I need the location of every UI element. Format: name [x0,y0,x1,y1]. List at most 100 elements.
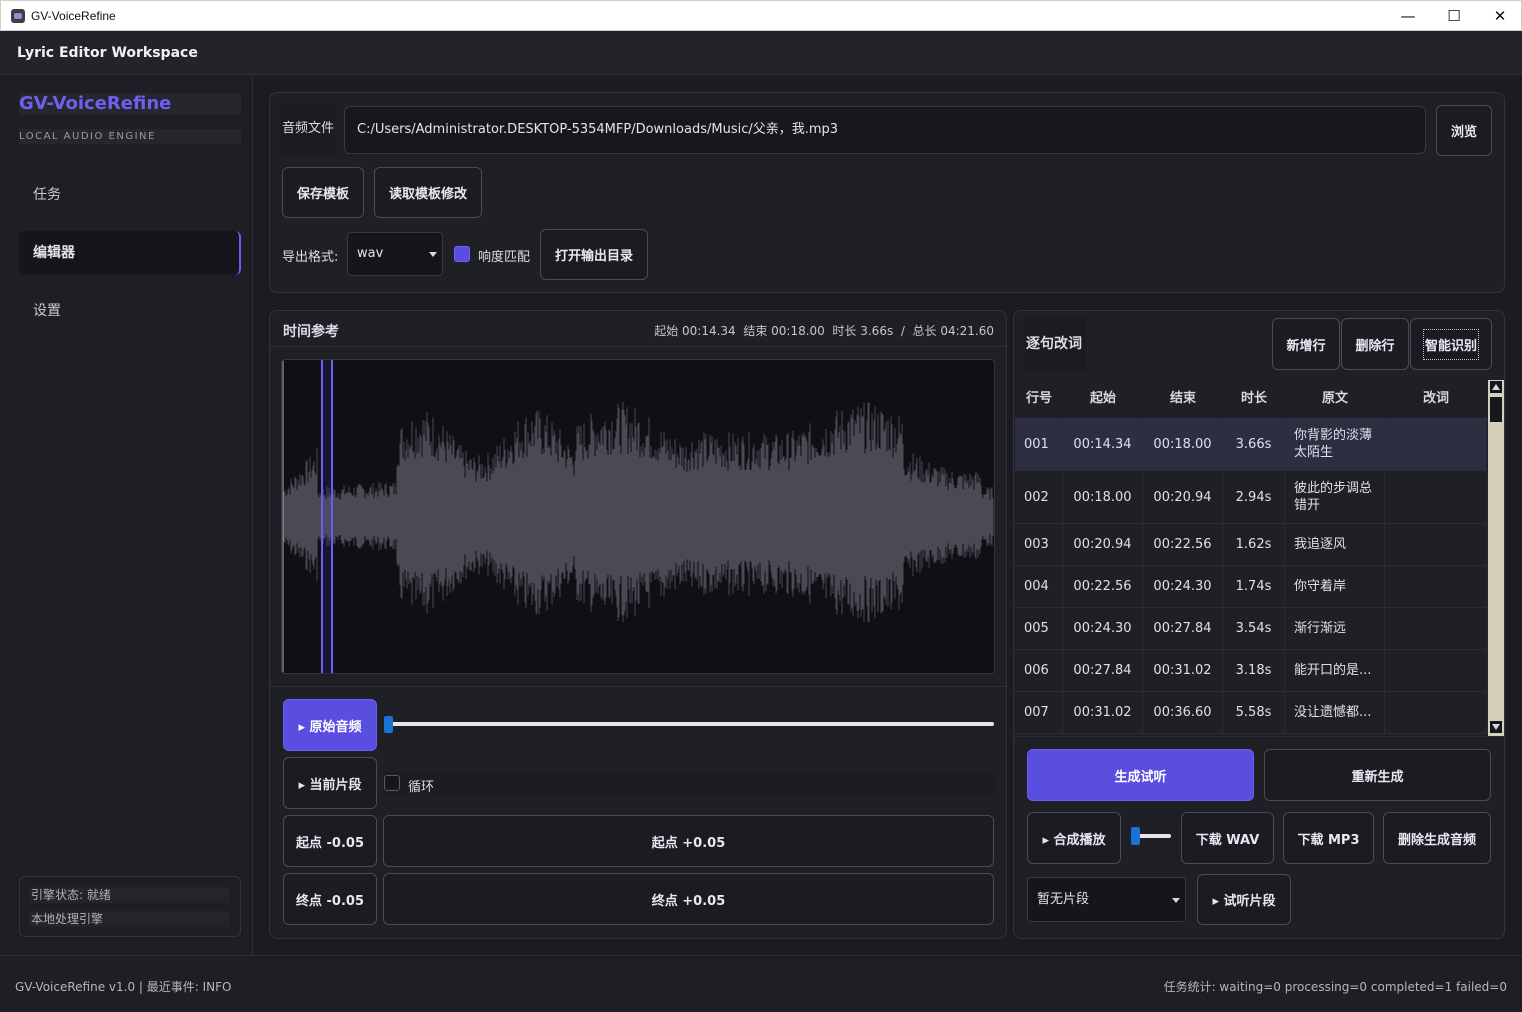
cell-original-text: 我追逐风 [1285,524,1385,565]
waveform-view[interactable] [281,359,995,674]
column-header-no[interactable]: 行号 [1015,380,1063,418]
lyrics-table: 行号 起始 结束 时长 原文 改词 001 00:14.34 00:18.00 3.6… [1015,380,1487,736]
smart-detect-button[interactable]: 智能识别 [1410,318,1492,370]
table-header: 行号 起始 结束 时长 原文 改词 [1015,380,1487,418]
cell-start-time: 00:24.30 [1063,608,1143,649]
brand-title: GV-VoiceRefine [19,93,241,115]
sidebar-item-editor[interactable]: 编辑器 [19,231,241,275]
synth-play-button[interactable]: ▸ 合成播放 [1027,812,1121,864]
original-audio-play-button[interactable]: ▸ 原始音频 [283,699,377,751]
maximize-button[interactable]: ☐ [1431,1,1477,31]
synth-slider-handle[interactable] [1131,827,1140,845]
sidebar-item-tasks[interactable]: 任务 [19,173,241,217]
audio-file-input[interactable]: C:/Users/Administrator.DESKTOP-5354MFP/D… [344,106,1426,154]
column-header-edit[interactable]: 改词 [1385,380,1487,418]
brand-subtitle: LOCAL AUDIO ENGINE [19,129,241,144]
cell-duration: 3.66s [1223,418,1285,470]
playback-slider-track[interactable] [388,722,994,726]
column-header-original[interactable]: 原文 [1285,380,1385,418]
loop-row [383,770,994,796]
waveform-graphic [282,360,994,673]
engine-state: 引擎状态: 就绪 [29,887,229,903]
start-minus-button[interactable]: 起点 -0.05 [283,815,377,867]
table-row[interactable]: 004 00:22.56 00:24.30 1.74s 你守着岸 [1015,566,1487,608]
cell-end-time: 00:18.00 [1143,418,1223,470]
column-header-start[interactable]: 起始 [1063,380,1143,418]
regenerate-button[interactable]: 重新生成 [1264,749,1491,801]
scrollbar-thumb[interactable] [1489,396,1503,423]
export-format-select[interactable]: wav [347,232,443,276]
start-plus-button[interactable]: 起点 +0.05 [383,815,994,867]
arrow-up-icon[interactable] [1489,380,1503,394]
table-scrollbar[interactable] [1488,380,1504,736]
time-reference-title: 时间参考 [283,324,339,340]
delete-generated-button[interactable]: 删除生成音频 [1383,812,1491,864]
loop-checkbox[interactable] [384,775,400,791]
window-titlebar: GV-VoiceRefine — ☐ ✕ [0,0,1522,31]
table-row[interactable]: 006 00:27.84 00:31.02 3.18s 能开口的是... [1015,650,1487,692]
cell-end-time: 00:36.60 [1143,692,1223,733]
cell-edited-text[interactable] [1385,692,1487,733]
time-reference-header: 时间参考 起始 00:14.34 结束 00:18.00 时长 3.66s / … [270,311,1006,347]
end-minus-button[interactable]: 终点 -0.05 [283,873,377,925]
loudness-match-label: 响度匹配 [478,250,531,265]
cell-duration: 2.94s [1223,471,1285,523]
cell-original-text: 彼此的步调总 错开 [1285,471,1385,523]
cell-row-number: 006 [1015,650,1063,691]
cell-original-text: 你背影的淡薄 太陌生 [1285,418,1385,470]
end-plus-button[interactable]: 终点 +0.05 [383,873,994,925]
cell-edited-text[interactable] [1385,418,1487,470]
cell-edited-text[interactable] [1385,524,1487,565]
table-row[interactable]: 007 00:31.02 00:36.60 5.58s 没让遗憾都... [1015,692,1487,734]
segment-select[interactable]: 暂无片段 [1027,877,1186,922]
delete-row-button[interactable]: 删除行 [1341,318,1409,370]
column-header-duration[interactable]: 时长 [1223,380,1285,418]
cell-duration: 3.18s [1223,650,1285,691]
close-button[interactable]: ✕ [1477,1,1522,31]
cell-edited-text[interactable] [1385,608,1487,649]
table-row[interactable]: 001 00:14.34 00:18.00 3.66s 你背影的淡薄 太陌生 [1015,418,1487,471]
load-template-button[interactable]: 读取模板修改 [374,167,482,218]
window-title: GV-VoiceRefine [31,9,116,23]
workspace-title: Lyric Editor Workspace [17,45,198,61]
cell-start-time: 00:22.56 [1063,566,1143,607]
download-mp3-button[interactable]: 下载 MP3 [1283,812,1374,864]
table-row[interactable]: 002 00:18.00 00:20.94 2.94s 彼此的步调总 错开 [1015,471,1487,524]
column-header-end[interactable]: 结束 [1143,380,1223,418]
save-template-button[interactable]: 保存模板 [282,167,364,218]
status-bar: GV-VoiceRefine v1.0 | 最近事件: INFO 任务统计: w… [0,955,1522,1012]
minimize-button[interactable]: — [1385,1,1431,31]
chevron-down-icon [429,252,437,257]
cell-original-text: 渐行渐远 [1285,608,1385,649]
cell-duration: 1.74s [1223,566,1285,607]
current-segment-play-button[interactable]: ▸ 当前片段 [283,757,377,809]
open-output-dir-button[interactable]: 打开输出目录 [540,229,648,280]
audio-file-label: 音频文件 [281,104,335,154]
generate-preview-button[interactable]: 生成试听 [1027,749,1254,801]
cell-row-number: 001 [1015,418,1063,470]
divider [1014,736,1504,737]
task-stats: 任务统计: waiting=0 processing=0 completed=1… [1163,980,1507,994]
table-row[interactable]: 005 00:24.30 00:27.84 3.54s 渐行渐远 [1015,608,1487,650]
sidebar-item-settings[interactable]: 设置 [19,289,241,333]
loudness-match-checkbox[interactable] [454,246,470,262]
smart-detect-label: 智能识别 [1422,328,1479,360]
browse-button[interactable]: 浏览 [1436,105,1492,156]
cell-row-number: 003 [1015,524,1063,565]
cell-duration: 5.58s [1223,692,1285,733]
engine-status-box: 引擎状态: 就绪 本地处理引擎 [19,876,241,937]
cell-edited-text[interactable] [1385,471,1487,523]
arrow-down-icon[interactable] [1489,720,1503,734]
divider [270,686,1006,687]
table-row[interactable]: 003 00:20.94 00:22.56 1.62s 我追逐风 [1015,524,1487,566]
new-row-button[interactable]: 新增行 [1272,318,1340,370]
playback-slider-handle[interactable] [384,716,393,733]
playhead-marker[interactable] [321,360,333,673]
cell-edited-text[interactable] [1385,566,1487,607]
cell-end-time: 00:20.94 [1143,471,1223,523]
download-wav-button[interactable]: 下载 WAV [1181,812,1274,864]
export-format-value: wav [357,246,384,261]
cell-edited-text[interactable] [1385,650,1487,691]
preview-segment-button[interactable]: ▸ 试听片段 [1197,874,1291,925]
cell-row-number: 005 [1015,608,1063,649]
